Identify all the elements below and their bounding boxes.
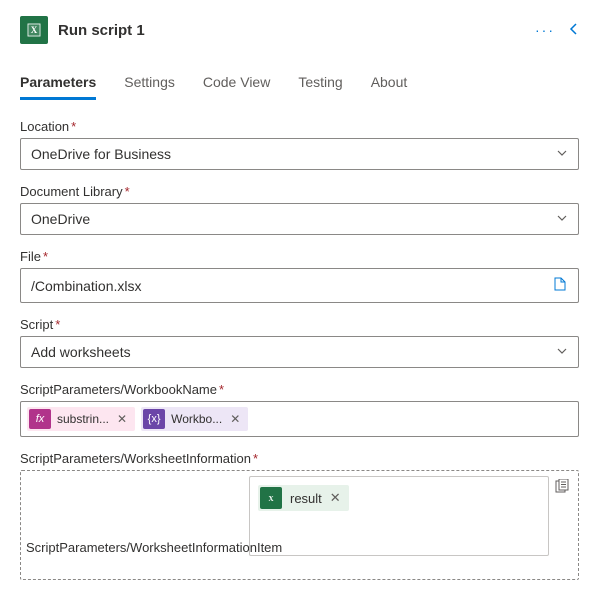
remove-token-icon[interactable]: ✕	[115, 412, 129, 426]
variable-token-workbook[interactable]: {x} Workbo... ✕	[141, 407, 248, 431]
worksheetinfo-item-input[interactable]: X result ✕	[249, 476, 549, 556]
result-token[interactable]: X result ✕	[258, 485, 349, 511]
library-value: OneDrive	[31, 211, 90, 227]
workbookname-label: ScriptParameters/WorkbookName*	[20, 382, 579, 397]
result-token-text: result	[290, 491, 322, 506]
excel-result-icon: X	[260, 487, 282, 509]
token-text: Workbo...	[171, 412, 222, 426]
svg-text:X: X	[31, 25, 38, 35]
tab-testing[interactable]: Testing	[298, 68, 342, 100]
file-value: /Combination.xlsx	[31, 278, 142, 294]
fx-icon: fx	[29, 409, 51, 429]
required-mark: *	[55, 317, 60, 332]
required-mark: *	[43, 249, 48, 264]
library-dropdown[interactable]: OneDrive	[20, 203, 579, 235]
chevron-down-icon	[556, 344, 568, 360]
location-dropdown[interactable]: OneDrive for Business	[20, 138, 579, 170]
svg-text:X: X	[268, 495, 273, 503]
location-value: OneDrive for Business	[31, 146, 171, 162]
more-options-icon[interactable]: ···	[535, 22, 555, 38]
script-value: Add worksheets	[31, 344, 131, 360]
tab-settings[interactable]: Settings	[124, 68, 175, 100]
chevron-down-icon	[556, 146, 568, 162]
expression-token-substring[interactable]: fx substrin... ✕	[27, 407, 135, 431]
remove-token-icon[interactable]: ✕	[330, 490, 341, 506]
tab-code-view[interactable]: Code View	[203, 68, 270, 100]
variable-icon: {x}	[143, 409, 165, 429]
required-mark: *	[125, 184, 130, 199]
card-title: Run script 1	[58, 22, 525, 39]
required-mark: *	[219, 382, 224, 397]
chevron-down-icon	[556, 211, 568, 227]
switch-to-array-icon[interactable]	[554, 479, 570, 498]
worksheetinfo-item-label: ScriptParameters/WorksheetInformationIte…	[26, 540, 236, 557]
excel-app-icon: X	[20, 16, 48, 44]
required-mark: *	[71, 119, 76, 134]
tab-about[interactable]: About	[371, 68, 408, 100]
library-label: Document Library*	[20, 184, 579, 199]
tab-parameters[interactable]: Parameters	[20, 68, 96, 100]
token-text: substrin...	[57, 412, 109, 426]
script-label: Script*	[20, 317, 579, 332]
required-mark: *	[253, 451, 258, 466]
worksheetinfo-array-container[interactable]: ScriptParameters/WorksheetInformationIte…	[20, 470, 579, 580]
file-browse-icon[interactable]	[552, 276, 568, 295]
file-picker[interactable]: /Combination.xlsx	[20, 268, 579, 303]
workbookname-input[interactable]: fx substrin... ✕ {x} Workbo... ✕	[20, 401, 579, 437]
remove-token-icon[interactable]: ✕	[228, 412, 242, 426]
tab-bar: Parameters Settings Code View Testing Ab…	[20, 68, 579, 101]
location-label: Location*	[20, 119, 579, 134]
file-label: File*	[20, 249, 579, 264]
script-dropdown[interactable]: Add worksheets	[20, 336, 579, 368]
worksheetinfo-label: ScriptParameters/WorksheetInformation*	[20, 451, 579, 466]
collapse-chevron-icon[interactable]	[569, 22, 579, 39]
